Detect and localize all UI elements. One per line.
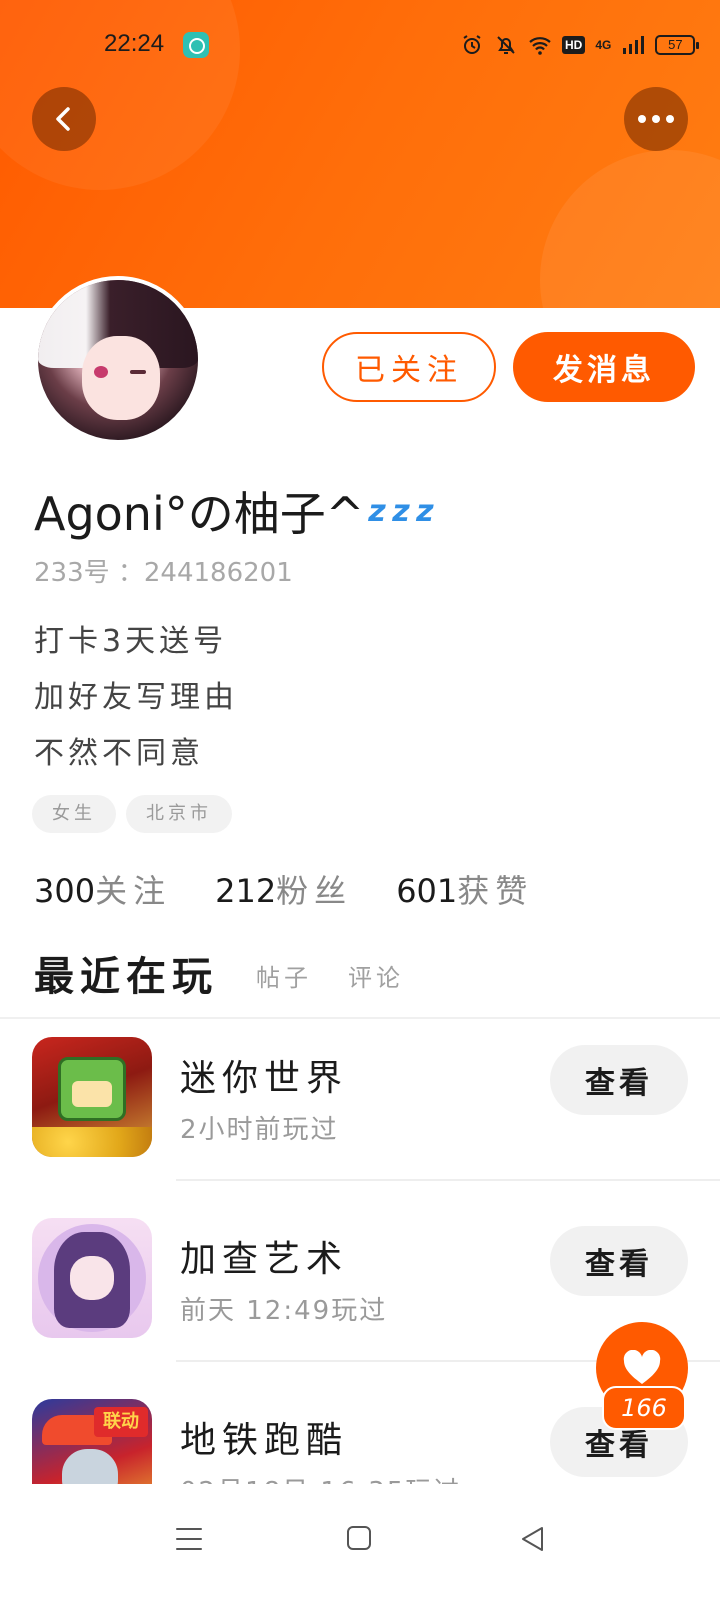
bio-line: 打卡3天送号 — [34, 624, 228, 659]
stat-label: 关注 — [95, 872, 172, 910]
game-icon-art — [32, 1127, 152, 1157]
game-name: 地铁跑酷 — [180, 1420, 349, 1461]
game-icon-art — [62, 1449, 118, 1484]
hd-badge: HD — [562, 36, 586, 54]
avatar-face — [82, 336, 160, 420]
network-label: 4G — [595, 38, 612, 52]
last-played-time: 2小时前玩过 — [180, 1115, 339, 1145]
stat-following[interactable]: 300关注 — [34, 866, 171, 912]
system-nav-bar — [0, 1484, 720, 1600]
game-name: 加查艺术 — [180, 1239, 349, 1280]
list-item[interactable]: 迷你世界 2小时前玩过 查看 — [0, 1019, 720, 1199]
stat-number: 300 — [34, 872, 96, 910]
menu-line — [176, 1538, 202, 1540]
stat-label: 粉丝 — [276, 872, 353, 910]
divider — [176, 1179, 720, 1181]
heart-icon — [623, 1350, 661, 1384]
game-name: 迷你世界 — [180, 1058, 349, 1099]
back-icon — [56, 107, 70, 131]
app-notification-icon — [183, 32, 209, 58]
followed-button[interactable]: 已关注 — [322, 332, 496, 402]
back-nav-icon[interactable] — [520, 1526, 544, 1552]
tab-recently-played[interactable]: 最近在玩 — [34, 944, 218, 1002]
back-button[interactable] — [32, 87, 96, 151]
profile-tags: 女生 北京市 — [32, 795, 232, 833]
tab-posts[interactable]: 帖子 — [256, 958, 312, 993]
stat-likes[interactable]: 601获赞 — [396, 866, 533, 912]
sleep-emoji-icon: z z z — [368, 493, 433, 529]
status-time: 22:24 — [104, 30, 165, 57]
profile-stats: 300关注 212粉丝 601获赞 — [34, 866, 533, 912]
like-count: 166 — [602, 1386, 686, 1430]
menu-line — [176, 1528, 202, 1530]
avatar-eye — [94, 366, 108, 378]
mute-icon — [497, 36, 515, 54]
game-icon-art — [72, 1081, 112, 1107]
username-text: Agoni°の柚子^ — [34, 487, 365, 541]
user-id[interactable]: 233号 ：244186201 — [34, 552, 293, 589]
tab-comments[interactable]: 评论 — [348, 958, 404, 993]
bio-line: 加好友写理由 — [34, 680, 238, 715]
view-game-button[interactable]: 查看 — [550, 1045, 688, 1115]
game-icon-art — [70, 1256, 114, 1300]
profile-tabs: 最近在玩 帖子 评论 — [34, 944, 694, 1004]
stat-number: 601 — [396, 872, 458, 910]
bio-line: 不然不同意 — [34, 736, 204, 771]
wifi-icon — [529, 37, 551, 55]
stat-label: 获赞 — [457, 872, 534, 910]
profile-username: Agoni°の柚子^ z z z — [34, 478, 434, 544]
more-button[interactable] — [624, 87, 688, 151]
avatar[interactable] — [34, 276, 202, 444]
gender-tag: 女生 — [32, 795, 116, 833]
stat-number: 212 — [215, 872, 277, 910]
menu-line — [176, 1548, 202, 1550]
last-played-time: 02月18日 16:35玩过 — [180, 1471, 461, 1484]
status-icons: HD 4G 57 — [460, 30, 700, 60]
view-game-button[interactable]: 查看 — [550, 1226, 688, 1296]
signal-icon — [623, 36, 645, 54]
game-icon — [32, 1218, 152, 1338]
location-tag: 北京市 — [126, 795, 232, 833]
home-nav-button[interactable] — [347, 1526, 371, 1550]
stat-followers[interactable]: 212粉丝 — [215, 866, 352, 912]
profile-bio: 打卡3天送号 加好友写理由 不然不同意 — [34, 614, 238, 782]
game-icon: 联动 — [32, 1399, 152, 1484]
avatar-eye — [130, 370, 146, 374]
banner-decoration — [540, 150, 720, 308]
more-icon — [638, 115, 674, 123]
collab-badge: 联动 — [94, 1407, 148, 1437]
battery-indicator: 57 — [655, 35, 700, 55]
status-bar: 22:24 HD 4G 57 — [0, 0, 720, 90]
alarm-icon — [463, 35, 481, 54]
last-played-time: 前天 12:49玩过 — [180, 1296, 388, 1326]
game-icon — [32, 1037, 152, 1157]
send-message-button[interactable]: 发消息 — [513, 332, 695, 402]
menu-nav-button[interactable] — [176, 1528, 202, 1550]
